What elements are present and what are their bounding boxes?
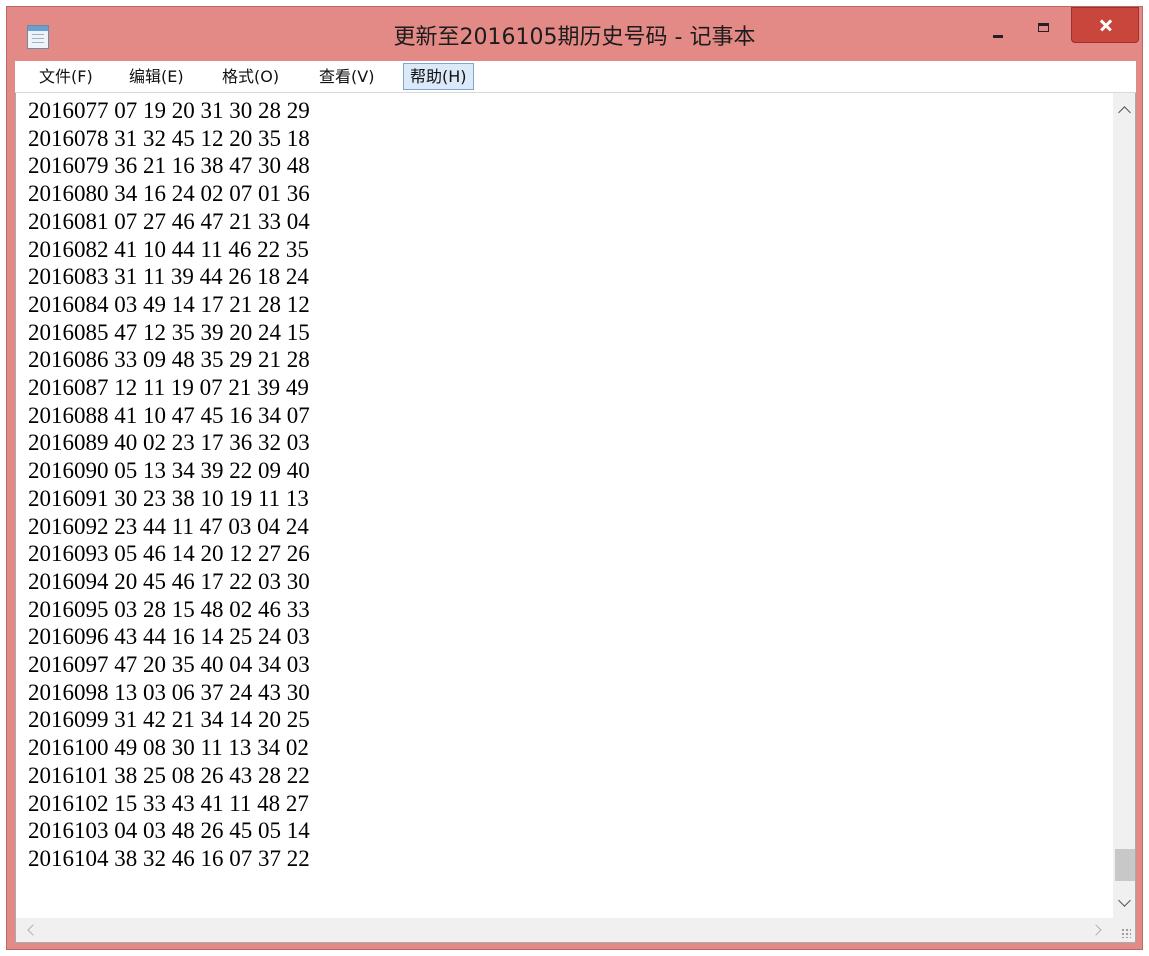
- text-line: 2016077 07 19 20 31 30 28 29: [28, 98, 310, 123]
- text-line: 2016084 03 49 14 17 21 28 12: [28, 291, 310, 317]
- menu-help[interactable]: 帮助(H): [403, 63, 474, 90]
- window-title: 更新至2016105期历史号码 - 记事本: [393, 25, 756, 50]
- text-line: 2016081 07 27 46 47 21 33 04: [28, 208, 310, 234]
- text-line: 2016099 31 42 21 34 14 20 25: [28, 707, 310, 733]
- menu-file[interactable]: 文件(F): [33, 63, 99, 90]
- text-line: 2016103 04 03 48 26 45 05 14: [28, 818, 310, 844]
- scroll-right-icon[interactable]: [1087, 918, 1109, 942]
- text-line: 2016090 05 13 34 39 22 09 40: [28, 458, 310, 484]
- editor-area: 2016077 07 19 20 31 30 28 29 2016078 31 3…: [15, 93, 1136, 943]
- text-line: 2016082 41 10 44 11 46 22 35: [28, 236, 309, 262]
- text-line: 2016095 03 28 15 48 02 46 33: [28, 596, 310, 622]
- close-icon[interactable]: [1071, 7, 1139, 43]
- horizontal-scrollbar[interactable]: [16, 918, 1113, 942]
- menu-edit[interactable]: 编辑(E): [123, 63, 190, 90]
- text-line: 2016102 15 33 43 41 11 48 27: [28, 790, 309, 816]
- text-content[interactable]: 2016077 07 19 20 31 30 28 29 2016078 31 3…: [16, 93, 1113, 919]
- text-line: 2016094 20 45 46 17 22 03 30: [28, 568, 310, 594]
- text-line: 2016083 31 11 39 44 26 18 24: [28, 264, 309, 290]
- text-line: 2016092 23 44 11 47 03 04 24: [28, 513, 309, 539]
- text-line: 2016104 38 32 46 16 07 37 22: [28, 845, 310, 871]
- text-line: 2016101 38 25 08 26 43 28 22: [28, 762, 310, 788]
- text-line: 2016100 49 08 30 11 13 34 02: [28, 735, 309, 761]
- notepad-window: 更新至2016105期历史号码 - 记事本 文件(F) 编辑(E) 格式(O) …: [6, 6, 1143, 950]
- scroll-down-icon[interactable]: [1113, 891, 1135, 913]
- menu-format[interactable]: 格式(O): [216, 63, 285, 90]
- text-line: 2016087 12 11 19 07 21 39 49: [28, 375, 309, 400]
- title-bar[interactable]: 更新至2016105期历史号码 - 记事本: [7, 7, 1142, 61]
- text-line: 2016085 47 12 35 39 20 24 15: [28, 319, 310, 345]
- text-line: 2016079 36 21 16 38 47 30 48: [28, 153, 310, 179]
- menu-view[interactable]: 查看(V): [313, 63, 380, 90]
- text-line: 2016088 41 10 47 45 16 34 07: [28, 402, 310, 428]
- scroll-left-icon[interactable]: [20, 918, 42, 942]
- vertical-scrollbar[interactable]: [1113, 93, 1135, 919]
- text-line: 2016097 47 20 35 40 04 34 03: [28, 652, 310, 677]
- maximize-icon[interactable]: [1026, 13, 1062, 41]
- text-line: 2016078 31 32 45 12 20 35 18: [28, 125, 310, 151]
- minimize-icon[interactable]: [980, 13, 1016, 41]
- menu-bar: 文件(F) 编辑(E) 格式(O) 查看(V) 帮助(H): [15, 61, 1136, 93]
- scroll-up-icon[interactable]: [1113, 99, 1135, 121]
- text-line: 2016080 34 16 24 02 07 01 36: [28, 181, 310, 207]
- resize-grip-icon[interactable]: [1113, 918, 1135, 942]
- text-line: 2016098 13 03 06 37 24 43 30: [28, 679, 310, 705]
- text-line: 2016086 33 09 48 35 29 21 28: [28, 347, 310, 373]
- vertical-scroll-thumb[interactable]: [1115, 849, 1135, 881]
- text-line: 2016093 05 46 14 20 12 27 26: [28, 541, 310, 567]
- text-line: 2016091 30 23 38 10 19 11 13: [28, 485, 309, 511]
- text-line: 2016096 43 44 16 14 25 24 03: [28, 624, 310, 650]
- text-line: 2016089 40 02 23 17 36 32 03: [28, 430, 310, 456]
